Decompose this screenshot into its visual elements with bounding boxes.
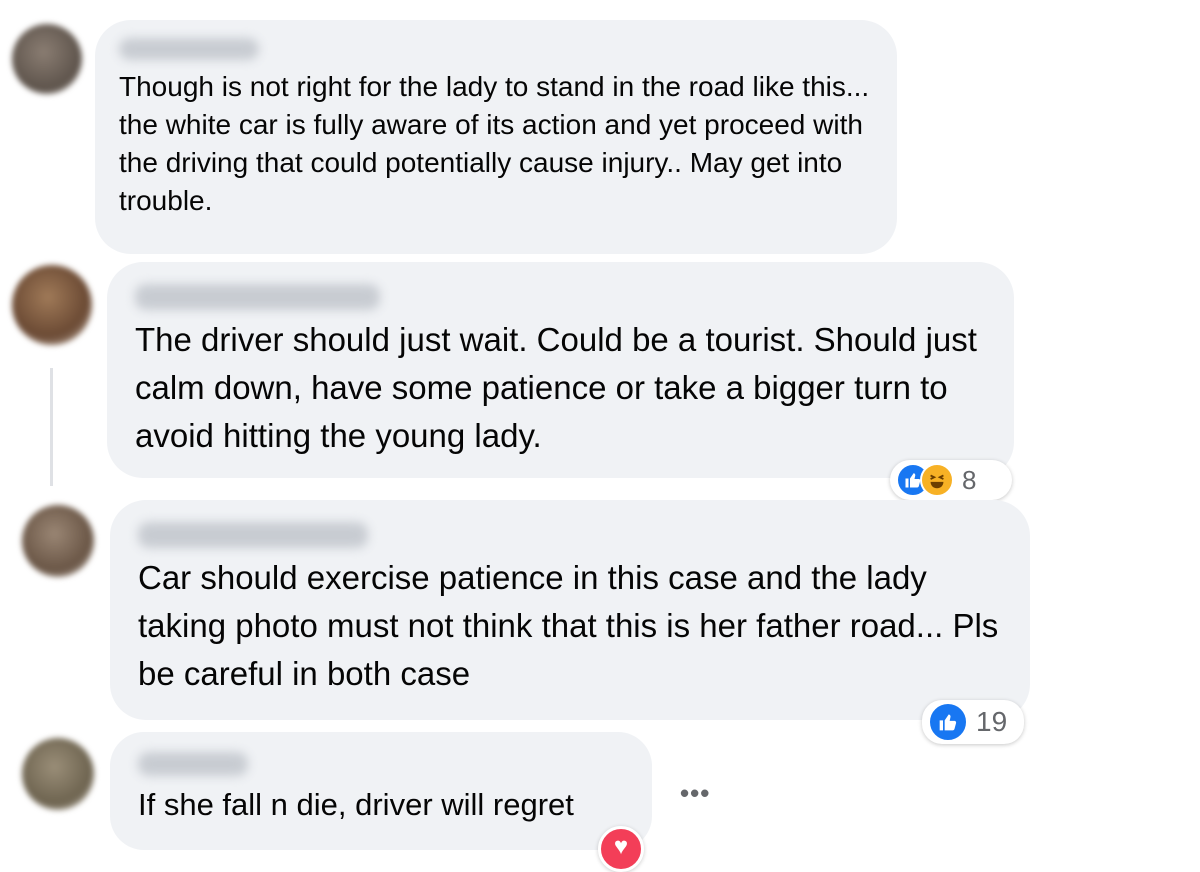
author-name-blurred[interactable] xyxy=(119,38,259,60)
comment-bubble: The driver should just wait. Could be a … xyxy=(107,262,1014,478)
comment-text: The driver should just wait. Could be a … xyxy=(135,321,977,454)
reaction-summary[interactable]: 8 xyxy=(890,460,1012,500)
avatar[interactable] xyxy=(22,505,94,577)
comment-bubble: If she fall n die, driver will regret xyxy=(110,732,652,850)
comment-bubble: Though is not right for the lady to stan… xyxy=(95,20,897,254)
haha-icon xyxy=(920,463,954,497)
love-icon[interactable]: ♥ xyxy=(598,826,644,872)
author-name-blurred[interactable] xyxy=(138,522,368,548)
avatar[interactable] xyxy=(22,738,94,810)
like-icon xyxy=(928,702,968,742)
author-name-blurred[interactable] xyxy=(135,284,380,310)
reaction-count: 8 xyxy=(962,464,977,495)
avatar[interactable] xyxy=(12,24,82,94)
comment-text: If she fall n die, driver will regret xyxy=(138,787,574,822)
thread-line xyxy=(50,368,53,486)
comment-text: Though is not right for the lady to stan… xyxy=(119,71,870,217)
author-name-blurred[interactable] xyxy=(138,752,248,776)
more-options-icon[interactable]: ••• xyxy=(680,778,710,809)
comment-text: Car should exercise patience in this cas… xyxy=(138,559,999,692)
avatar[interactable] xyxy=(12,265,92,345)
reaction-summary[interactable]: 19 xyxy=(922,700,1024,744)
comment-bubble: Car should exercise patience in this cas… xyxy=(110,500,1030,720)
reaction-count: 19 xyxy=(976,706,1008,737)
